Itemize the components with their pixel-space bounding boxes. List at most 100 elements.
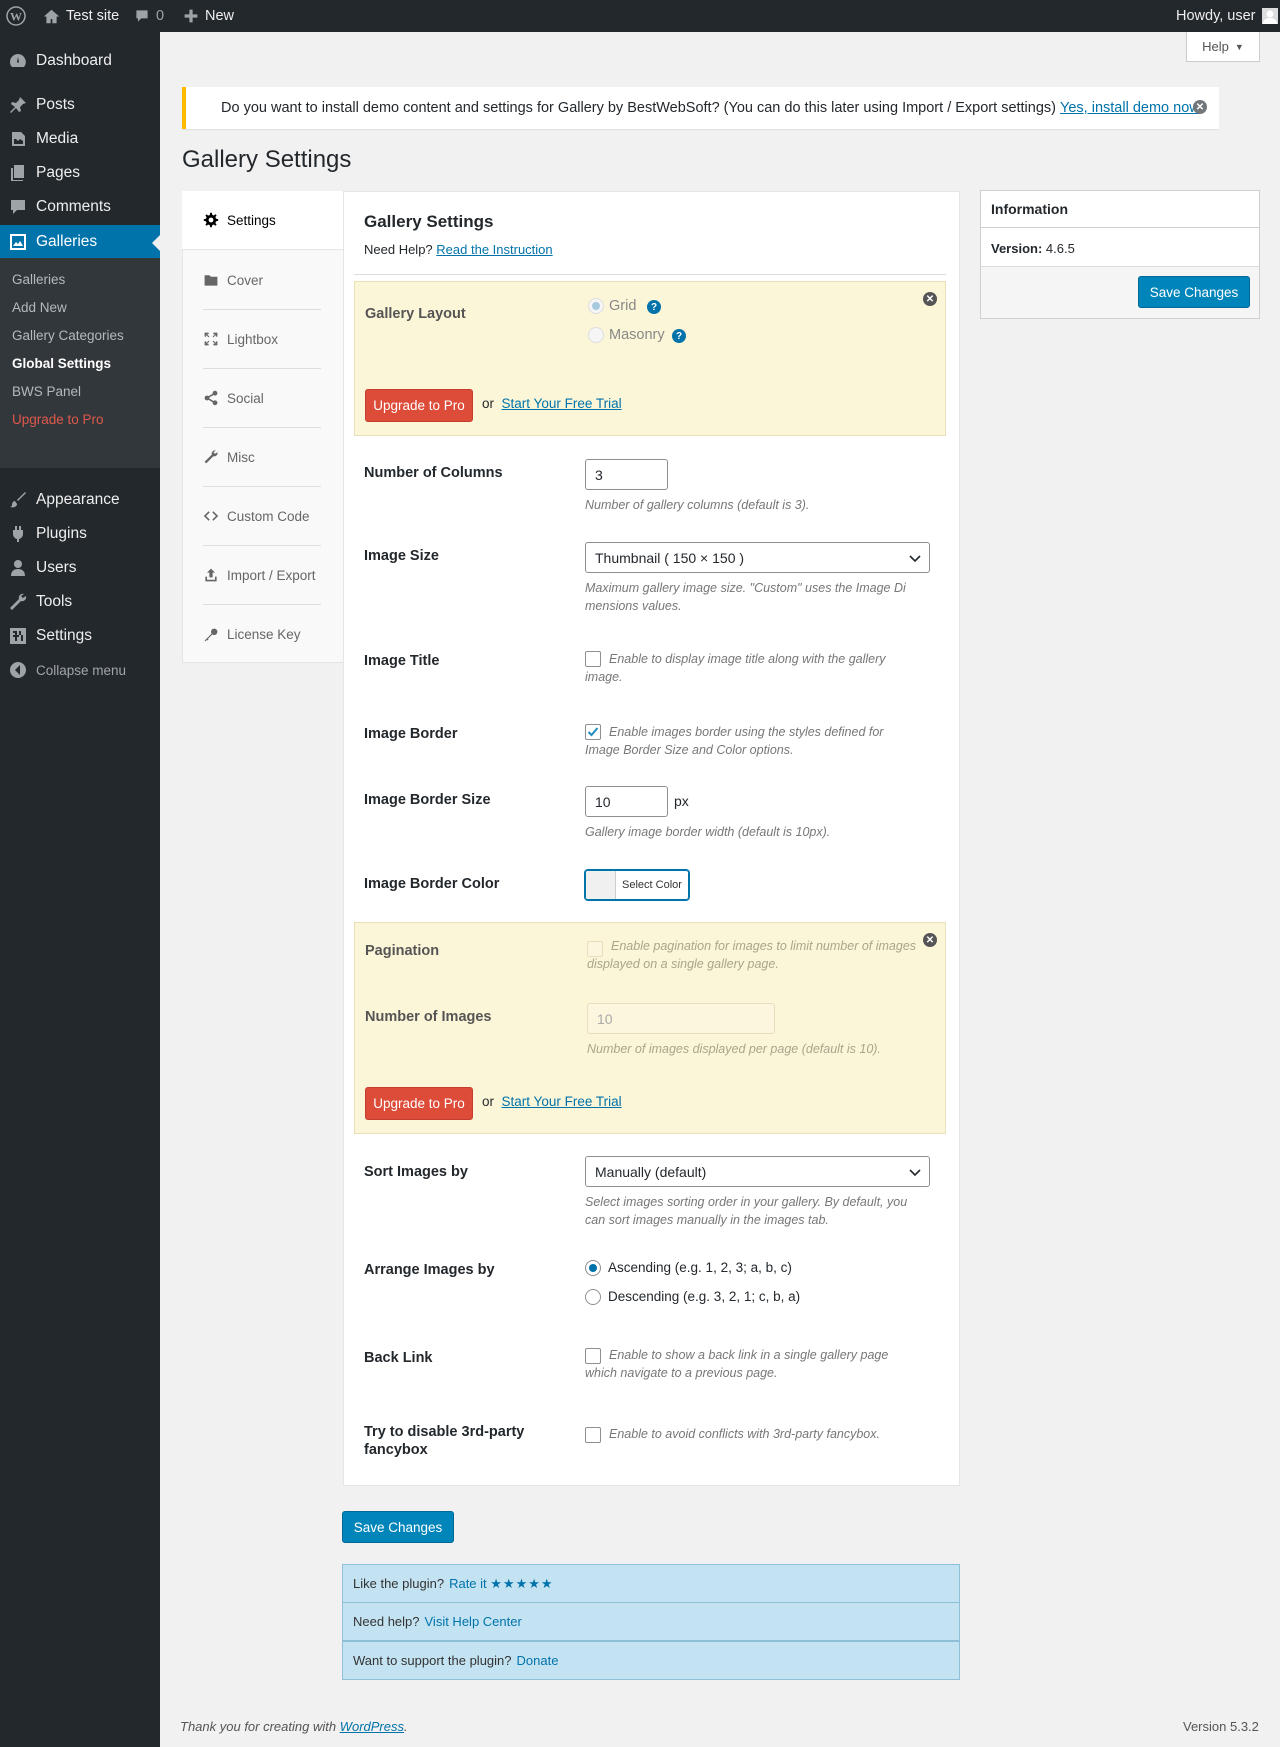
columns-input[interactable]: 3: [585, 459, 668, 490]
collapse-menu-button[interactable]: Collapse menu: [0, 653, 160, 687]
desc-line: mensions values.: [585, 599, 682, 613]
tab-license-key[interactable]: License Key: [203, 605, 321, 664]
num-images-input[interactable]: 10: [587, 1003, 775, 1034]
menu-plugins[interactable]: Plugins: [0, 517, 160, 551]
back-link-description: Enable to show a back link in a single g…: [585, 1346, 915, 1382]
image-size-select[interactable]: Thumbnail ( 150 × 150 ): [585, 542, 930, 573]
menu-users[interactable]: Users: [0, 551, 160, 585]
submenu-bws-panel[interactable]: BWS Panel: [12, 384, 81, 399]
howdy-text: Howdy, user: [1176, 8, 1256, 24]
current-menu-arrow: [152, 234, 161, 252]
menu-comments[interactable]: Comments: [0, 190, 160, 224]
tab-settings[interactable]: Settings: [182, 191, 345, 250]
my-account-link[interactable]: Howdy, user: [1176, 0, 1278, 32]
wordpress-logo-icon[interactable]: W: [6, 0, 26, 32]
start-free-trial-link[interactable]: Start Your Free Trial: [502, 396, 622, 411]
image-border-description: Enable images border using the styles de…: [585, 723, 915, 759]
image-title-label: Image Title: [364, 653, 440, 669]
information-title: Information: [991, 201, 1068, 217]
wordpress-link[interactable]: WordPress: [340, 1719, 404, 1734]
menu-galleries[interactable]: Galleries: [0, 225, 160, 259]
gallery-layout-label: Gallery Layout: [365, 306, 466, 322]
new-content-link[interactable]: New: [183, 0, 234, 32]
pagination-description: Enable pagination for images to limit nu…: [587, 937, 937, 973]
layout-masonry-radio[interactable]: [588, 327, 604, 343]
help-question-icon[interactable]: ?: [647, 300, 661, 314]
submenu-global-settings[interactable]: Global Settings: [12, 356, 111, 371]
caret-down-icon: ▼: [1234, 41, 1244, 52]
notice-text: Do you want to install demo content and …: [221, 100, 1056, 116]
desc-line: Select images sorting order in your gall…: [585, 1195, 908, 1209]
wrench-icon: [10, 593, 27, 610]
help-question-icon[interactable]: ?: [672, 329, 686, 343]
upgrade-to-pro-button[interactable]: Upgrade to Pro: [365, 1087, 473, 1120]
tab-label: Social: [227, 390, 264, 406]
border-size-label: Image Border Size: [364, 792, 491, 808]
tab-import-export[interactable]: Import / Export: [203, 546, 321, 605]
arrange-descending-label: Descending (e.g. 3, 2, 1; c, b, a): [608, 1289, 801, 1304]
tab-label: Lightbox: [227, 331, 279, 347]
submenu-add-new[interactable]: Add New: [12, 300, 67, 315]
menu-label: Comments: [36, 198, 111, 215]
tab-misc[interactable]: Misc: [203, 428, 321, 487]
submenu-upgrade-to-pro[interactable]: Upgrade to Pro: [12, 412, 104, 427]
menu-posts[interactable]: Posts: [0, 88, 160, 122]
label-line: fancybox: [364, 1442, 428, 1458]
arrange-ascending-radio[interactable]: [585, 1260, 601, 1276]
desc-line: image.: [585, 670, 623, 684]
select-color-button[interactable]: Select Color: [585, 870, 689, 900]
start-free-trial-link[interactable]: Start Your Free Trial: [502, 1094, 622, 1109]
border-size-input[interactable]: 10: [585, 786, 668, 817]
media-icon: [12, 132, 25, 146]
tab-social[interactable]: Social: [203, 369, 321, 428]
arrange-descending-radio[interactable]: [585, 1289, 601, 1305]
menu-tools[interactable]: Tools: [0, 585, 160, 619]
rate-it-link[interactable]: Rate it ★★★★★: [449, 1576, 553, 1592]
submenu-galleries[interactable]: Galleries: [12, 272, 65, 287]
tab-lightbox[interactable]: Lightbox: [203, 310, 321, 369]
version-value: 4.6.5: [1045, 241, 1075, 256]
folder-icon: [204, 275, 218, 286]
save-changes-button[interactable]: Save Changes: [342, 1511, 454, 1543]
close-pro-box-icon[interactable]: ✕: [923, 292, 937, 306]
divider: [354, 274, 946, 275]
submenu-gallery-categories[interactable]: Gallery Categories: [12, 328, 124, 343]
color-swatch: [586, 871, 616, 899]
rate-it-label: Rate it: [449, 1575, 487, 1591]
comments-link[interactable]: 0: [134, 0, 164, 32]
settings-tabs: Settings Cover Lightbox Social Misc Cust…: [182, 191, 345, 664]
tab-label: Custom Code: [227, 508, 310, 524]
donate-link[interactable]: Donate: [517, 1653, 559, 1668]
layout-grid-label: Grid: [609, 298, 637, 314]
dismiss-notice-icon[interactable]: ✕: [1193, 100, 1207, 114]
desc-line: Enable images border using the styles de…: [609, 725, 884, 739]
sort-select[interactable]: Manually (default): [585, 1156, 930, 1187]
read-instruction-link[interactable]: Read the Instruction: [436, 242, 552, 257]
menu-pages[interactable]: Pages: [0, 156, 160, 190]
support-text: Want to support the plugin?: [353, 1653, 512, 1668]
help-center-row: Need help? Visit Help Center: [342, 1602, 960, 1641]
tab-cover[interactable]: Cover: [203, 251, 321, 310]
menu-media[interactable]: Media: [0, 122, 160, 156]
gear-icon: [203, 212, 219, 228]
menu-dashboard[interactable]: Dashboard: [0, 44, 160, 78]
menu-appearance[interactable]: Appearance: [0, 483, 160, 517]
tab-label: Import / Export: [227, 567, 316, 583]
key-icon: [204, 628, 218, 641]
gallery-icon: [10, 234, 26, 250]
site-name-link[interactable]: Test site: [43, 0, 119, 32]
svg-text:W: W: [10, 10, 22, 24]
layout-grid-radio[interactable]: [588, 298, 604, 314]
comment-icon: [136, 10, 148, 22]
fancybox-checkbox[interactable]: [585, 1427, 601, 1443]
tab-custom-code[interactable]: Custom Code: [203, 487, 321, 546]
visit-help-center-link[interactable]: Visit Help Center: [425, 1614, 522, 1629]
desc-line: can sort images manually in the images t…: [585, 1213, 829, 1227]
install-demo-link[interactable]: Yes, install demo now: [1060, 100, 1200, 116]
save-changes-button[interactable]: Save Changes: [1138, 276, 1250, 308]
help-tab-label: Help: [1202, 39, 1229, 54]
information-box: Information Version: 4.6.5 Save Changes: [980, 190, 1260, 319]
menu-settings[interactable]: Settings: [0, 619, 160, 653]
upgrade-to-pro-button[interactable]: Upgrade to Pro: [365, 389, 473, 422]
help-tab-button[interactable]: Help ▼: [1186, 32, 1260, 62]
